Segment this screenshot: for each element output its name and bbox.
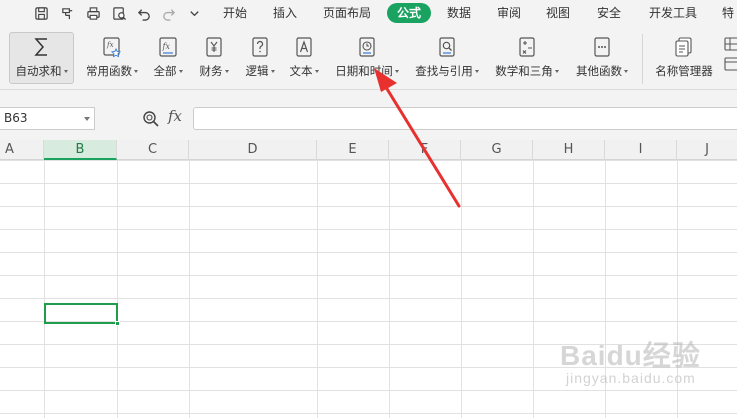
grid-line <box>117 160 118 418</box>
zoom-search-icon[interactable] <box>142 110 160 128</box>
grid-line <box>0 252 737 253</box>
common-functions-icon: fx <box>101 35 123 59</box>
watermark-brand: Baidu经验 <box>560 340 701 371</box>
text-icon <box>293 35 315 59</box>
print-icon[interactable] <box>84 4 102 22</box>
grid-line <box>533 160 534 418</box>
name-manager-button[interactable]: 名称管理器 <box>650 26 718 90</box>
grid-line <box>0 160 737 161</box>
grid-line <box>44 160 45 418</box>
tab-view[interactable]: 视图 <box>543 3 573 23</box>
column-header-h[interactable]: H <box>533 140 605 160</box>
autosum-button[interactable]: 自动求和 <box>9 32 74 84</box>
other-functions-button[interactable]: 其他函数 <box>570 26 634 90</box>
tab-special[interactable]: 特 <box>722 3 737 23</box>
more-icon[interactable] <box>185 4 203 22</box>
grid-line <box>0 229 737 230</box>
lookup-reference-button[interactable]: 查找与引用 <box>410 26 484 90</box>
print-preview-icon[interactable] <box>110 4 128 22</box>
logical-icon <box>249 35 271 59</box>
fill-handle[interactable] <box>115 321 120 326</box>
svg-text:fx: fx <box>106 41 114 49</box>
column-header-j[interactable]: J <box>677 140 737 160</box>
common-functions-button[interactable]: fx 常用函数 <box>80 26 144 90</box>
grid-line <box>317 160 318 418</box>
column-header-f[interactable]: F <box>389 140 461 160</box>
tab-formulas[interactable]: 公式 <box>387 3 431 23</box>
other-functions-icon <box>591 35 613 59</box>
autosum-icon <box>31 35 53 59</box>
chevron-down-icon[interactable] <box>84 117 90 121</box>
text-button[interactable]: 文本 <box>284 26 324 90</box>
grid-line <box>0 206 737 207</box>
date-time-icon <box>356 35 378 59</box>
grid-line <box>189 160 190 418</box>
column-header-a[interactable]: A <box>0 140 44 160</box>
watermark-site: jingyan.baidu.com <box>566 370 696 386</box>
financial-icon <box>203 35 225 59</box>
undo-icon[interactable] <box>135 4 153 22</box>
math-trig-button[interactable]: 数学和三角 <box>490 26 564 90</box>
tab-review[interactable]: 审阅 <box>494 3 524 23</box>
tab-data[interactable]: 数据 <box>444 3 474 23</box>
tab-security[interactable]: 安全 <box>594 3 624 23</box>
selected-cell-b63[interactable] <box>44 303 120 326</box>
column-header-i[interactable]: I <box>605 140 677 160</box>
ribbon-formulas: 自动求和 fx 常用函数 fx 全部 财务 逻辑 文本 日期和时间 查找与引用 … <box>0 26 737 90</box>
grid-line <box>0 183 737 184</box>
ribbon-overflow-icons <box>724 36 737 80</box>
tab-insert[interactable]: 插入 <box>270 3 300 23</box>
grid-line <box>461 160 462 418</box>
save-icon[interactable] <box>32 4 50 22</box>
fx-icon[interactable]: fx <box>168 107 182 125</box>
lookup-reference-icon <box>436 35 458 59</box>
watermark: Baidu经验 jingyan.baidu.com <box>560 334 730 414</box>
date-time-button[interactable]: 日期和时间 <box>330 26 404 90</box>
column-header-c[interactable]: C <box>117 140 189 160</box>
ribbon-separator <box>642 34 643 84</box>
name-manager-icon <box>673 35 695 59</box>
logical-button[interactable]: 逻辑 <box>240 26 280 90</box>
tab-page-layout[interactable]: 页面布局 <box>320 3 374 23</box>
column-header-b[interactable]: B <box>44 140 117 160</box>
column-header-g[interactable]: G <box>461 140 533 160</box>
all-functions-icon: fx <box>157 35 179 59</box>
formula-bar: B63 fx <box>0 90 737 140</box>
grid-line <box>0 298 737 299</box>
format-painter-icon[interactable] <box>58 4 76 22</box>
formula-input[interactable] <box>193 107 737 130</box>
redo-icon[interactable] <box>159 4 177 22</box>
grid-line <box>389 160 390 418</box>
menu-bar: 开始 插入 页面布局 公式 数据 审阅 视图 安全 开发工具 特 <box>0 0 737 26</box>
column-headers: A B C D E F G H I J <box>0 140 737 160</box>
column-header-d[interactable]: D <box>189 140 317 160</box>
name-box[interactable]: B63 <box>0 107 95 130</box>
column-header-e[interactable]: E <box>317 140 389 160</box>
math-trig-icon <box>516 35 538 59</box>
tab-home[interactable]: 开始 <box>220 3 250 23</box>
financial-button[interactable]: 财务 <box>194 26 234 90</box>
tab-developer[interactable]: 开发工具 <box>646 3 700 23</box>
grid-line <box>0 275 737 276</box>
all-functions-button[interactable]: fx 全部 <box>148 26 188 90</box>
svg-text:fx: fx <box>162 42 171 51</box>
